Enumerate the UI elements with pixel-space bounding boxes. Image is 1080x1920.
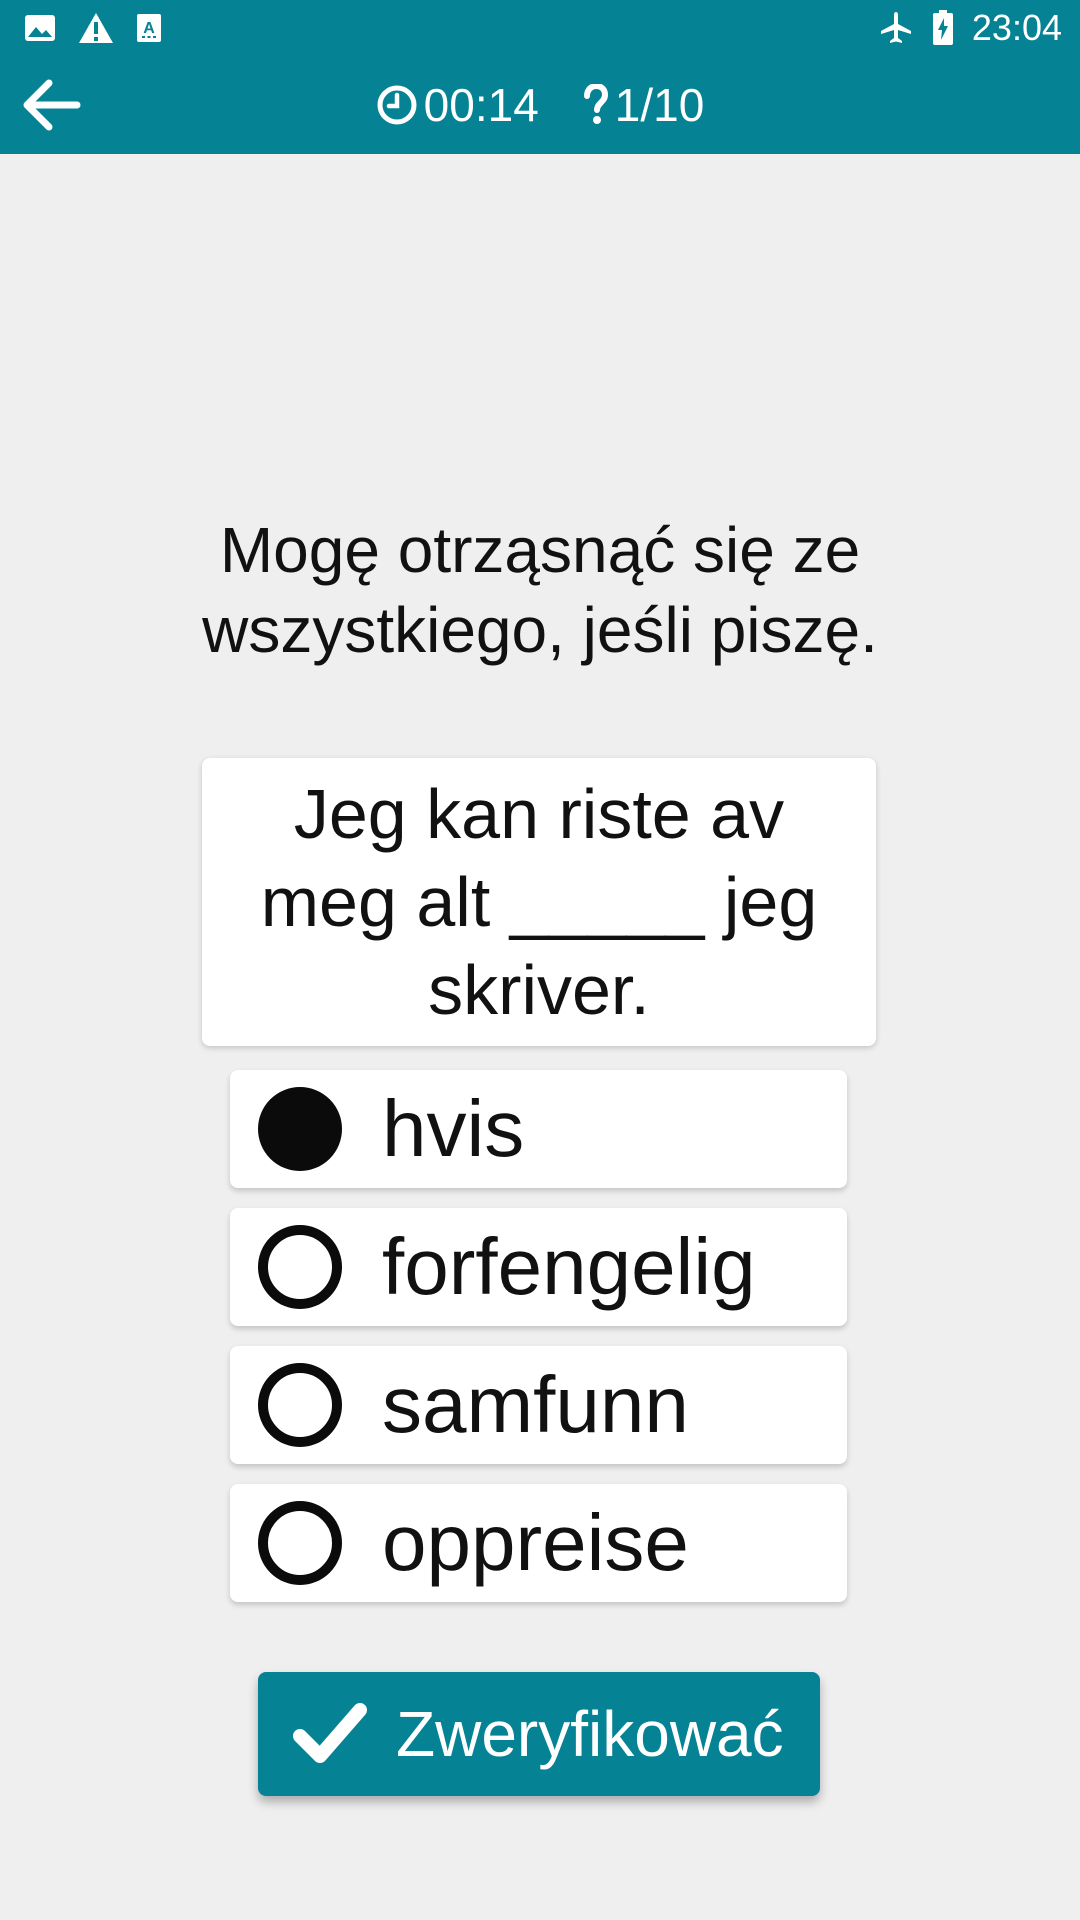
radio-unselected-icon (258, 1363, 342, 1447)
radio-unselected-icon (258, 1501, 342, 1585)
question-prompt: Mogę otrząsnąć się ze wszystkiego, jeśli… (202, 514, 878, 666)
status-bar: A 23:04 (0, 0, 1080, 56)
notification-icons: A (24, 12, 162, 44)
radio-selected-icon (258, 1087, 342, 1171)
option-label: samfunn (382, 1360, 689, 1449)
option-forfengelig[interactable]: forfengelig (230, 1208, 847, 1326)
option-hvis[interactable]: hvis (230, 1070, 847, 1188)
verify-label: Zweryfikować (396, 1698, 784, 1770)
quiz-info: 00:14 1/10 (0, 76, 1080, 134)
progress-value: 1/10 (614, 79, 705, 131)
warning-icon (78, 12, 114, 44)
radio-unselected-icon (258, 1225, 342, 1309)
question-mark-icon (583, 84, 608, 124)
image-icon (24, 14, 56, 42)
toolbar: 00:14 1/10 (0, 56, 1080, 154)
option-label: oppreise (382, 1498, 689, 1587)
timer-value: 00:14 (423, 79, 539, 131)
text-icon: A (136, 13, 162, 43)
option-oppreise[interactable]: oppreise (230, 1484, 847, 1602)
status-time: 23:04 (971, 7, 1062, 48)
clock-icon (377, 85, 417, 125)
question-progress: 1/10 (583, 76, 705, 134)
checkmark-icon (293, 1703, 367, 1763)
timer: 00:14 (376, 76, 539, 134)
quiz-screen: A 23:04 00:14 1/10 Mogę otrząsnąć się ze… (0, 0, 1080, 1920)
sentence-text: Jeg kan riste av meg alt _____ jeg skriv… (260, 775, 818, 1029)
option-label: hvis (382, 1084, 525, 1173)
airplane-icon (878, 10, 914, 46)
svg-text:A: A (143, 20, 155, 37)
system-status: 23:04 (878, 6, 1062, 50)
option-label: forfengelig (382, 1222, 756, 1311)
sentence-card: Jeg kan riste av meg alt _____ jeg skriv… (202, 758, 876, 1046)
verify-button[interactable]: Zweryfikować (258, 1672, 820, 1796)
battery-icon (932, 10, 954, 46)
option-samfunn[interactable]: samfunn (230, 1346, 847, 1464)
